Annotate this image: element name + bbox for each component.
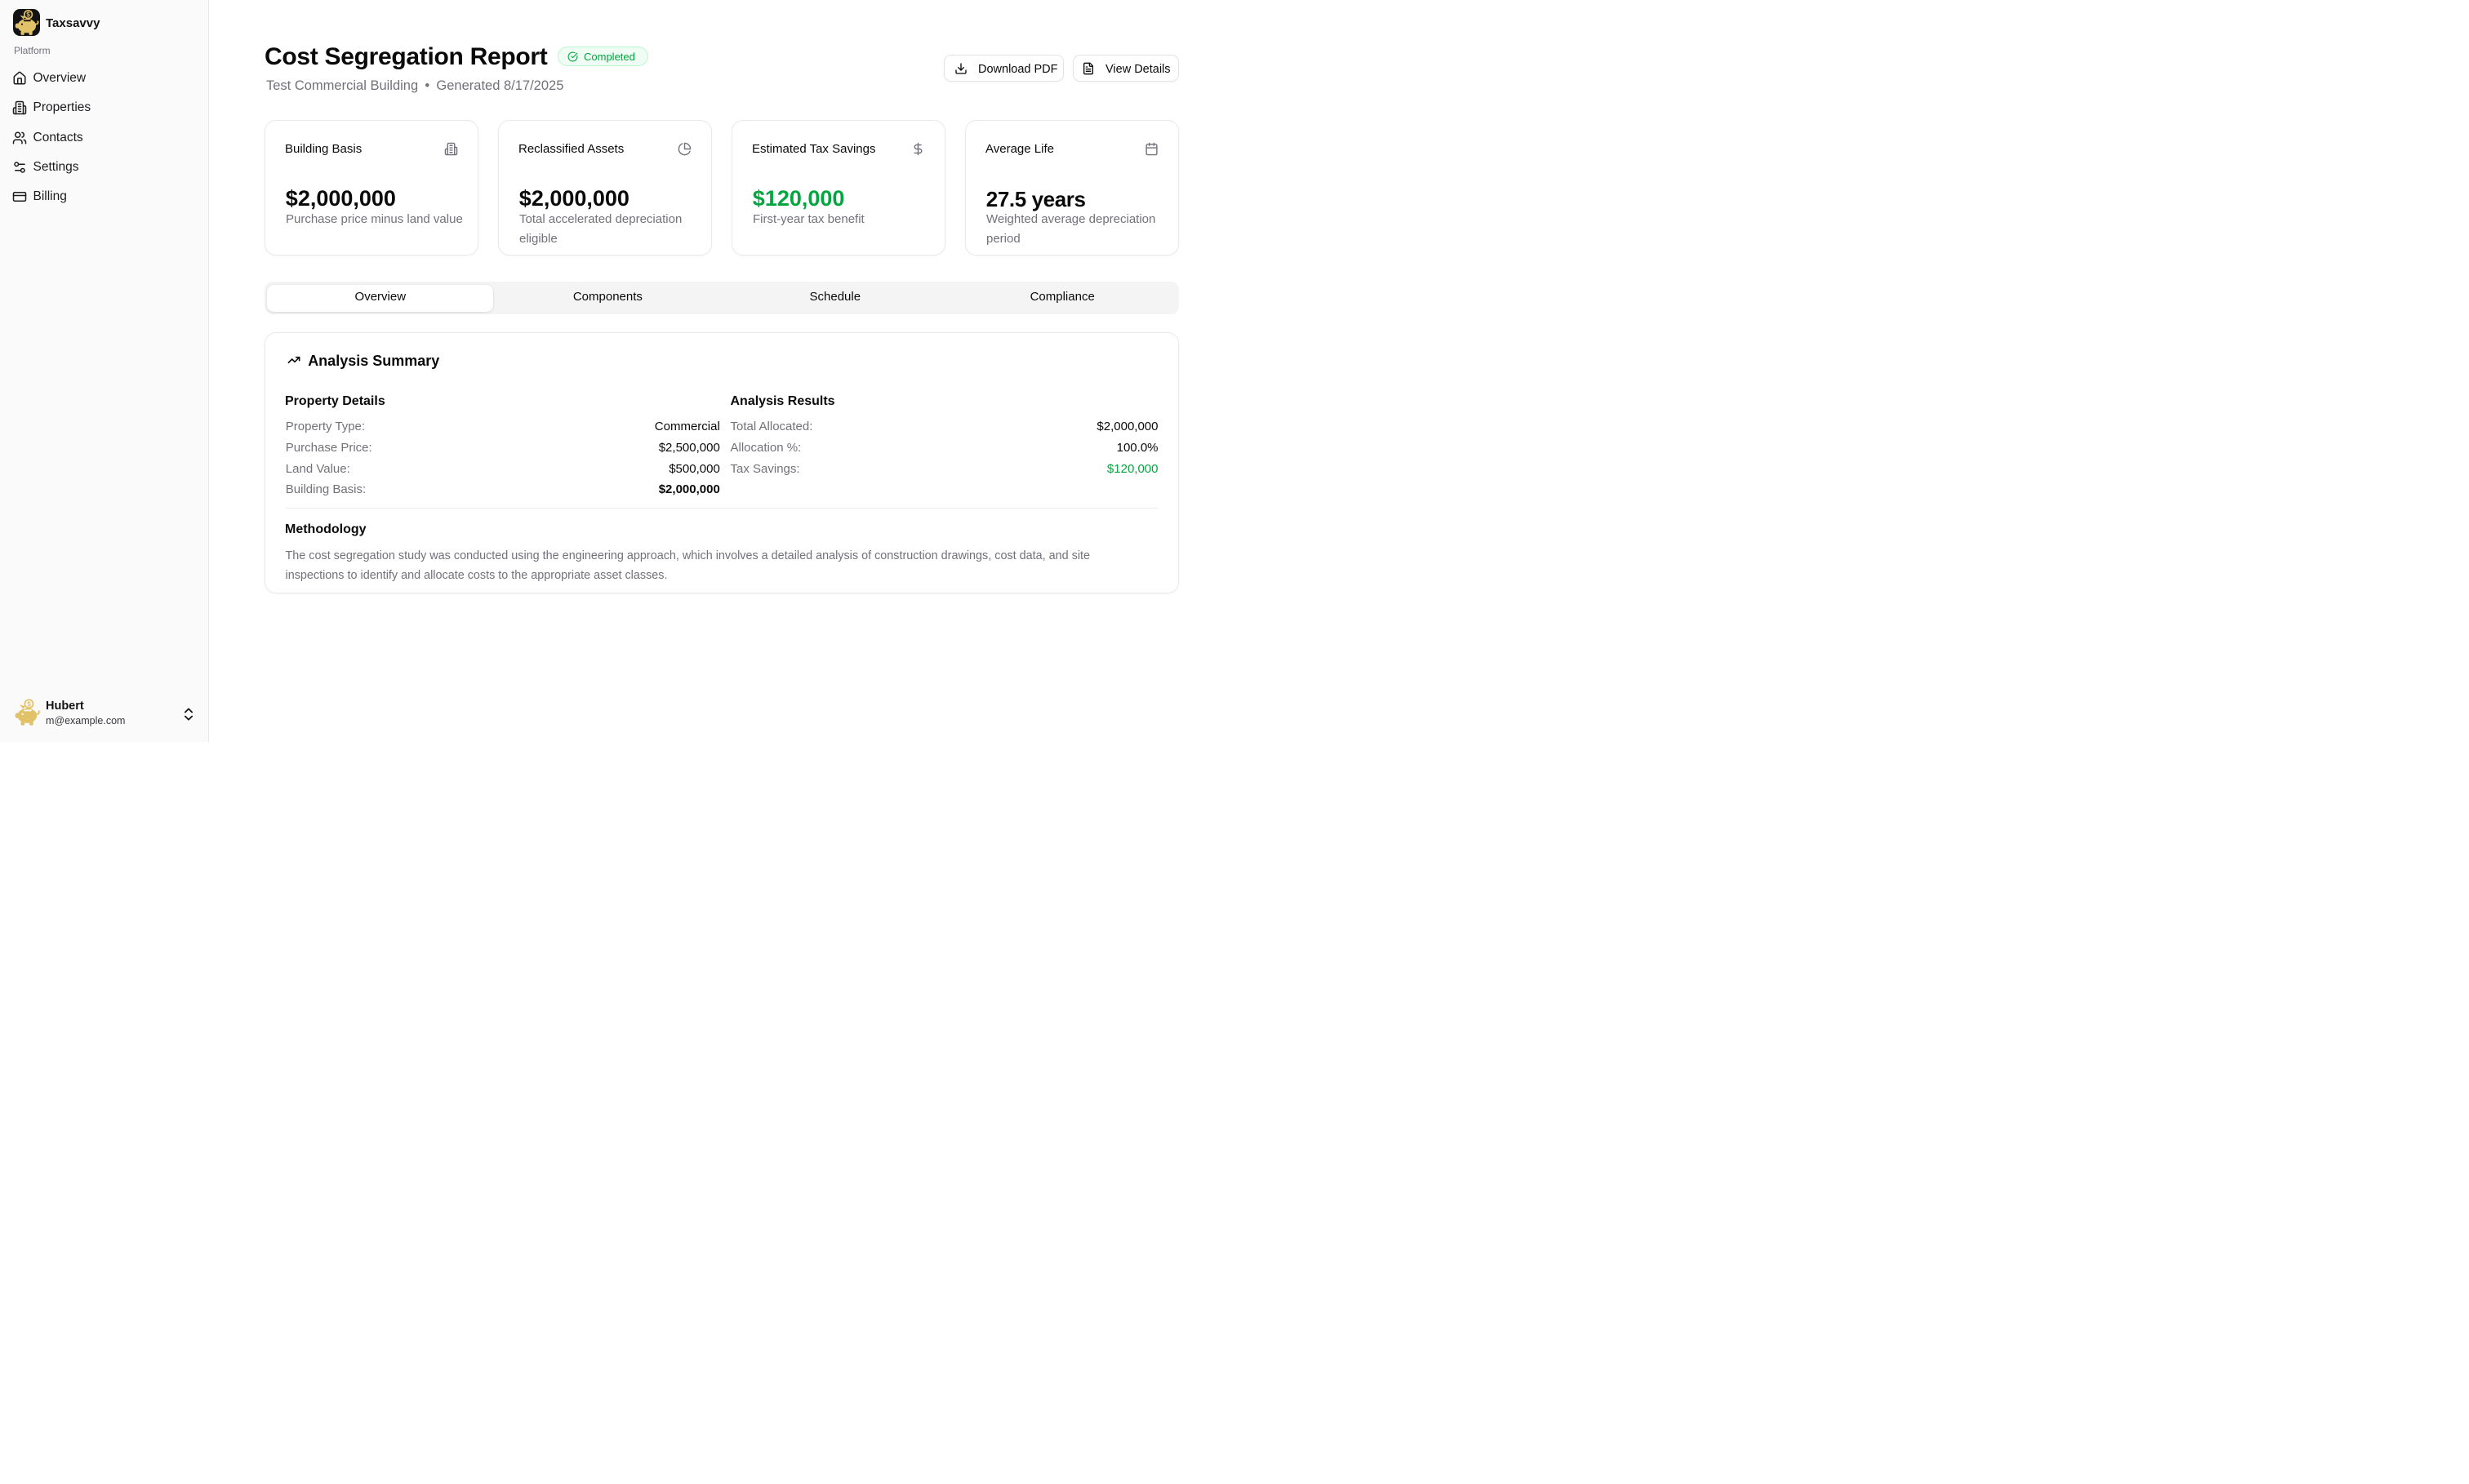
- svg-text:$: $: [27, 700, 31, 708]
- svg-text:$: $: [26, 11, 30, 19]
